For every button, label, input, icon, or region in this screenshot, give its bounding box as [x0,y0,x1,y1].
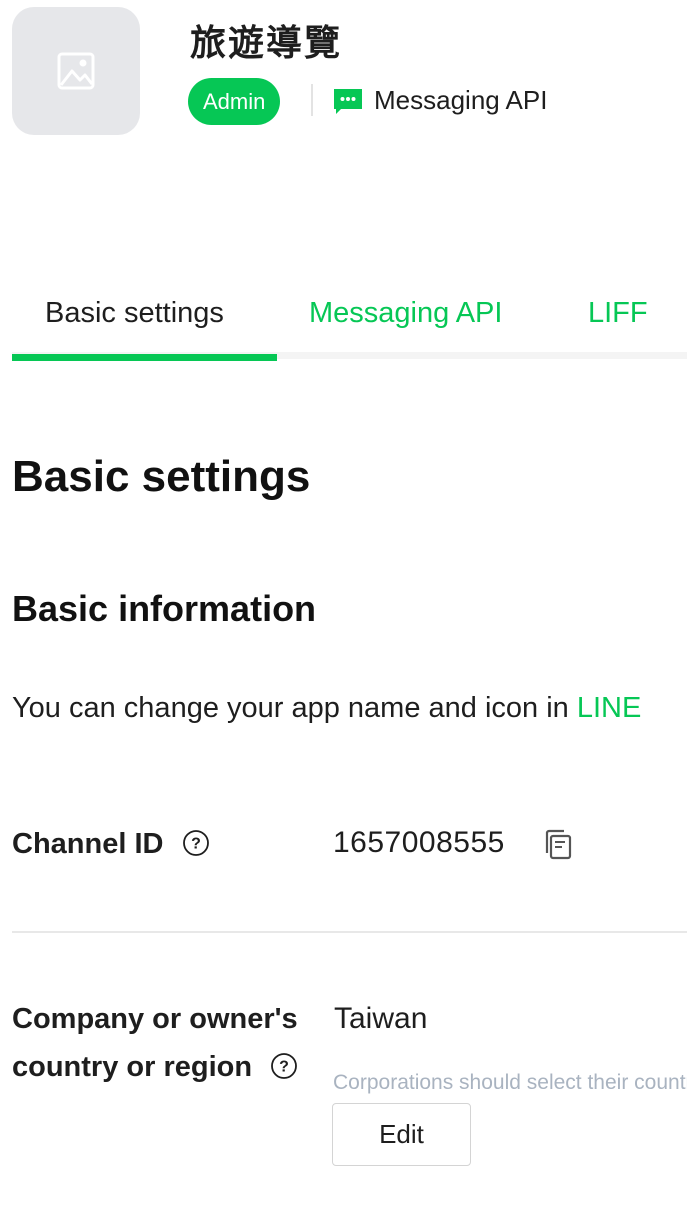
row-divider [12,931,687,933]
copy-icon[interactable] [544,829,574,861]
channel-id-label-text: Channel ID [12,828,164,860]
svg-text:?: ? [279,1059,289,1076]
tab-messaging-api[interactable]: Messaging API [309,297,502,330]
edit-country-button[interactable]: Edit [332,1103,471,1166]
app-name: 旅遊導覽 [190,23,343,64]
page-title: Basic settings [12,452,311,501]
section-title: Basic information [12,588,317,629]
tab-liff[interactable]: LIFF [588,297,648,330]
app-icon[interactable] [12,7,140,135]
header-divider [311,84,313,116]
role-badge: Admin [188,78,281,125]
question-circle-icon[interactable]: ? [270,1052,298,1080]
chat-bubble-icon [334,89,362,114]
country-label: Company or owner's country or region ? [12,995,302,1091]
country-note: Corporations should select their country [333,1071,687,1094]
tab-active-indicator [12,354,277,361]
question-circle-icon[interactable]: ? [182,829,210,857]
image-placeholder-icon [57,52,95,90]
section-description-text: You can change your app name and icon in [12,692,577,724]
svg-text:?: ? [191,836,201,853]
channel-id-value: 1657008555 [333,826,505,859]
line-manager-link[interactable]: LINE [577,692,641,724]
channel-type: Messaging API [374,85,548,115]
country-label-text: Company or owner's country or region [12,1003,298,1083]
country-value: Taiwan [334,1002,428,1035]
section-description: You can change your app name and icon in… [12,692,687,725]
channel-settings-page: 旅遊導覽 Admin Messaging API Basic settings … [0,0,687,1208]
channel-id-label: Channel ID ? [12,820,210,868]
tab-basic-settings[interactable]: Basic settings [45,297,224,330]
